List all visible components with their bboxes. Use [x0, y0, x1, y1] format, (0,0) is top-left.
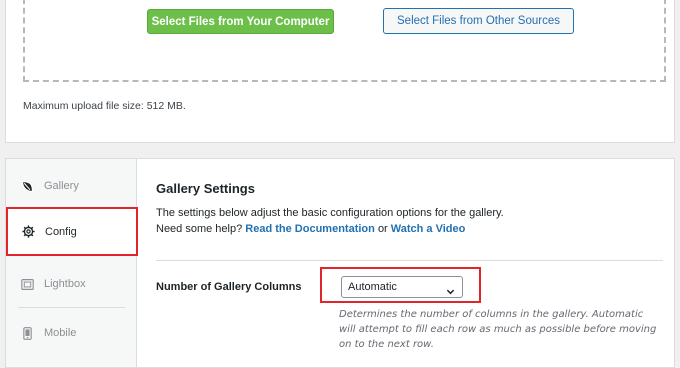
description-line: The settings below adjust the basic conf…	[156, 207, 504, 219]
mobile-icon	[20, 326, 34, 340]
select-files-other-sources-button[interactable]: Select Files from Other Sources	[383, 8, 574, 34]
or-text: or	[377, 223, 388, 235]
highlight-box: Automatic	[320, 267, 481, 303]
tab-lightbox[interactable]: Lightbox	[6, 260, 137, 308]
tab-gallery[interactable]: Gallery	[6, 162, 137, 210]
tab-config[interactable]: Config	[6, 207, 138, 256]
gallery-columns-select[interactable]: Automatic	[341, 276, 463, 298]
tab-lightbox-label: Lightbox	[44, 278, 86, 290]
tab-mobile[interactable]: Mobile	[6, 309, 137, 357]
chevron-down-icon	[446, 283, 455, 295]
settings-description: The settings below adjust the basic conf…	[156, 205, 656, 237]
gallery-columns-value: Automatic	[348, 281, 397, 293]
gear-icon	[21, 225, 35, 239]
help-line: Need some help? Read the Documentation o…	[156, 221, 656, 237]
tab-config-label: Config	[45, 225, 77, 238]
help-prefix: Need some help?	[156, 223, 243, 235]
gallery-columns-help: Determines the number of columns in the …	[339, 309, 657, 350]
page-title: Gallery Settings	[156, 181, 255, 196]
settings-sidebar: Gallery Config Lightbox Mobile	[6, 159, 138, 367]
tab-mobile-label: Mobile	[44, 327, 77, 339]
documentation-link[interactable]: Read the Documentation	[245, 223, 375, 235]
tab-gallery-label: Gallery	[44, 180, 79, 192]
select-files-computer-button[interactable]: Select Files from Your Computer	[147, 9, 334, 34]
watch-video-link[interactable]: Watch a Video	[391, 223, 466, 235]
leaf-icon	[20, 179, 34, 193]
max-upload-size-text: Maximum upload file size: 512 MB.	[23, 100, 186, 112]
settings-content: Gallery Settings The settings below adju…	[156, 159, 674, 367]
drop-zone[interactable]: Select Files from Your Computer Select F…	[23, 0, 666, 82]
divider	[156, 260, 663, 261]
settings-panel: Gallery Config Lightbox Mobile Gallery S…	[5, 158, 675, 368]
lightbox-icon	[20, 277, 34, 291]
upload-panel: Select Files from Your Computer Select F…	[5, 0, 675, 143]
gallery-columns-label: Number of Gallery Columns	[156, 281, 302, 293]
tab-divider	[18, 307, 125, 308]
